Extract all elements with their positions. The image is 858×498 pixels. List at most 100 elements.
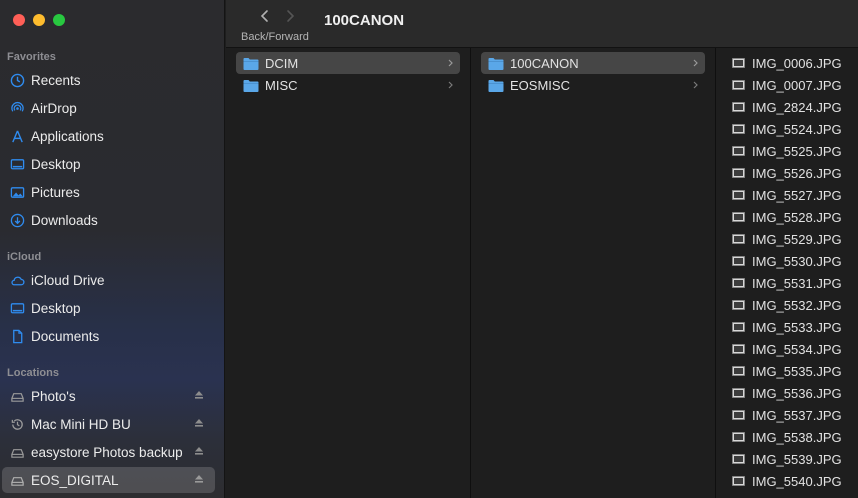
sidebar-item-label: Pictures — [31, 184, 80, 200]
folder-row-eosmisc[interactable]: EOSMISC — [481, 74, 705, 96]
chevron-right-icon — [448, 81, 453, 89]
eject-icon[interactable] — [193, 389, 205, 401]
file-row[interactable]: IMG_5540.JPG — [732, 470, 842, 492]
sidebar-item-desktop[interactable]: Desktop — [0, 150, 225, 178]
section-title-favorites: Favorites — [7, 51, 56, 63]
file-name: IMG_0006.JPG — [752, 55, 842, 71]
file-row[interactable]: IMG_5535.JPG — [732, 360, 842, 382]
column-2: 100CANON EOSMISC — [471, 48, 716, 498]
drive-icon — [9, 444, 25, 460]
sidebar-item-pictures[interactable]: Pictures — [0, 178, 225, 206]
file-row[interactable]: IMG_5531.JPG — [732, 272, 842, 294]
sidebar-item-label: AirDrop — [31, 100, 77, 116]
close-button[interactable] — [13, 14, 25, 26]
file-name: IMG_5534.JPG — [752, 341, 842, 357]
file-name: IMG_5527.JPG — [752, 187, 842, 203]
column-1: DCIM MISC — [226, 48, 471, 498]
file-name: IMG_5540.JPG — [752, 473, 842, 489]
sidebar-item-icloud-desktop[interactable]: Desktop — [0, 294, 225, 322]
file-row[interactable]: IMG_5533.JPG — [732, 316, 842, 338]
eject-icon[interactable] — [193, 445, 205, 457]
file-row[interactable]: IMG_5536.JPG — [732, 382, 842, 404]
file-row[interactable]: IMG_5529.JPG — [732, 228, 842, 250]
image-file-icon — [732, 58, 745, 68]
back-button[interactable] — [257, 8, 273, 24]
image-file-icon — [732, 146, 745, 156]
sidebar-item-mac-mini-hd-bu[interactable]: Mac Mini HD BU — [0, 410, 225, 438]
file-row[interactable]: IMG_0007.JPG — [732, 74, 842, 96]
file-row[interactable]: IMG_5538.JPG — [732, 426, 842, 448]
file-name: IMG_5526.JPG — [752, 165, 842, 181]
chevron-right-icon — [448, 59, 453, 67]
image-file-icon — [732, 476, 745, 486]
file-row[interactable]: IMG_2824.JPG — [732, 96, 842, 118]
image-file-icon — [732, 322, 745, 332]
file-row[interactable]: IMG_5524.JPG — [732, 118, 842, 140]
sidebar-item-easystore[interactable]: easystore Photos backup — [0, 438, 225, 466]
file-row[interactable]: IMG_5537.JPG — [732, 404, 842, 426]
file-row[interactable]: IMG_5532.JPG — [732, 294, 842, 316]
file-name: IMG_5529.JPG — [752, 231, 842, 247]
eject-icon[interactable] — [193, 417, 205, 429]
file-row[interactable]: IMG_5530.JPG — [732, 250, 842, 272]
sidebar-item-documents[interactable]: Documents — [0, 322, 225, 350]
file-row[interactable]: IMG_5534.JPG — [732, 338, 842, 360]
sidebar-item-label: Downloads — [31, 212, 98, 228]
image-file-icon — [732, 168, 745, 178]
column-3-files: IMG_0006.JPG IMG_0007.JPG IMG_2824.JPG IMG_… — [716, 48, 858, 498]
forward-button[interactable] — [282, 8, 298, 24]
clock-icon — [9, 72, 25, 88]
file-name: IMG_5525.JPG — [752, 143, 842, 159]
applications-icon — [9, 128, 25, 144]
image-file-icon — [732, 410, 745, 420]
folder-row-misc[interactable]: MISC — [236, 74, 460, 96]
folder-row-100canon[interactable]: 100CANON — [481, 52, 705, 74]
image-file-icon — [732, 454, 745, 464]
sidebar-item-label: Desktop — [31, 300, 81, 316]
sidebar-item-applications[interactable]: Applications — [0, 122, 225, 150]
sidebar-item-label: Photo's — [31, 388, 76, 404]
file-name: IMG_0007.JPG — [752, 77, 842, 93]
sidebar-item-photos-drive[interactable]: Photo's — [0, 382, 225, 410]
cloud-icon — [9, 272, 25, 288]
image-file-icon — [732, 278, 745, 288]
sidebar-item-downloads[interactable]: Downloads — [0, 206, 225, 234]
sidebar-item-recents[interactable]: Recents — [0, 66, 225, 94]
folder-label: 100CANON — [510, 55, 579, 71]
window-title: 100CANON — [324, 12, 405, 29]
folder-icon — [488, 57, 504, 70]
file-row[interactable]: IMG_5526.JPG — [732, 162, 842, 184]
toolbar: Back/Forward 100CANON — [226, 0, 858, 48]
sidebar-item-label: Desktop — [31, 156, 81, 172]
section-title-locations: Locations — [7, 367, 59, 379]
drive-icon — [9, 472, 25, 488]
file-row[interactable]: IMG_5527.JPG — [732, 184, 842, 206]
file-row[interactable]: IMG_0006.JPG — [732, 52, 842, 74]
file-name: IMG_2824.JPG — [752, 99, 842, 115]
folder-label: DCIM — [265, 55, 299, 71]
file-name: IMG_5535.JPG — [752, 363, 842, 379]
file-row[interactable]: IMG_5539.JPG — [732, 448, 842, 470]
file-row[interactable]: IMG_5528.JPG — [732, 206, 842, 228]
sidebar-item-airdrop[interactable]: AirDrop — [0, 94, 225, 122]
file-name: IMG_5530.JPG — [752, 253, 842, 269]
sidebar-item-label: Documents — [31, 328, 100, 344]
zoom-button[interactable] — [53, 14, 65, 26]
folder-label: EOSMISC — [510, 77, 570, 93]
folder-row-dcim[interactable]: DCIM — [236, 52, 460, 74]
sidebar-item-eos-digital[interactable]: EOS_DIGITAL — [0, 466, 225, 494]
file-name: IMG_5539.JPG — [752, 451, 842, 467]
desktop-icon — [9, 156, 25, 172]
section-title-icloud: iCloud — [7, 251, 42, 263]
file-name: IMG_5537.JPG — [752, 407, 842, 423]
chevron-right-icon — [693, 59, 698, 67]
time-machine-icon — [9, 416, 25, 432]
pictures-icon — [9, 184, 25, 200]
sidebar-item-icloud-drive[interactable]: iCloud Drive — [0, 266, 225, 294]
minimize-button[interactable] — [33, 14, 45, 26]
eject-icon[interactable] — [193, 473, 205, 485]
file-row[interactable]: IMG_5525.JPG — [732, 140, 842, 162]
image-file-icon — [732, 256, 745, 266]
airdrop-icon — [9, 100, 25, 116]
drive-icon — [9, 388, 25, 404]
